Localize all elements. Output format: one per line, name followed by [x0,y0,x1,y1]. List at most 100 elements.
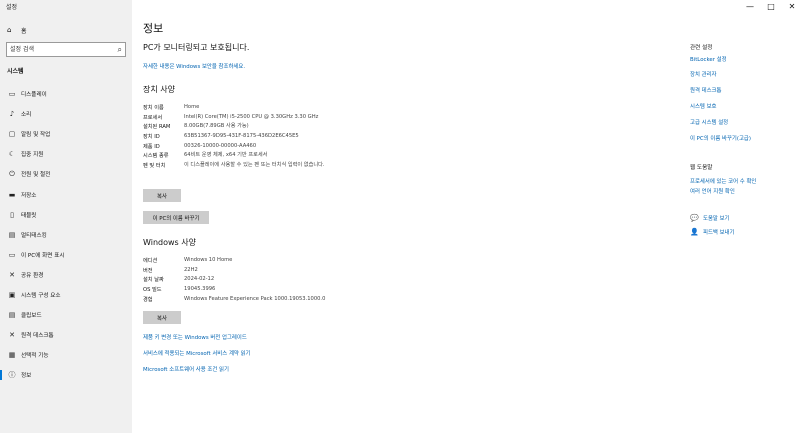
sidebar-item-label: 클립보드 [21,313,42,320]
sidebar-item-label: 태블릿 [21,212,37,219]
display-icon: ▭ [8,90,16,99]
sidebar-item-label: 정보 [21,373,32,380]
tablet-icon: ▯ [10,210,14,219]
sidebar-item-label: 소리 [21,112,32,119]
spec-key: 설치된 RAM [143,124,171,131]
windows-security-link[interactable]: 자세한 내용은 Windows 보안을 참조하세요. [143,62,245,70]
spec-key: 프로세서 [143,114,163,121]
feedback-label: 피드백 보내기 [703,230,735,236]
spec-key: 버전 [143,267,153,274]
components-icon: ▣ [8,290,16,299]
spec-key: 설치 날짜 [143,277,164,284]
project-icon: ▭ [8,250,16,259]
spec-value: Intel(R) Core(TM) i5-2500 CPU @ 3.30GHz … [184,113,319,120]
spec-value: 19045.3996 [184,286,216,293]
get-help-label: 도움말 보기 [703,216,730,222]
license-terms-link[interactable]: Microsoft 소프트웨어 사용 조건 읽기 [143,365,229,373]
sidebar-item-label: 전원 및 절전 [21,172,51,179]
services-agreement-link[interactable]: 서비스에 적용되는 Microsoft 서비스 계약 읽기 [143,349,251,357]
sidebar-item-tablet[interactable]: ▯ 태블릿 [0,205,132,225]
sidebar-item-remote-desktop[interactable]: ✕ 원격 데스크톱 [0,325,132,345]
sidebar-item-label: 저장소 [21,192,37,199]
sidebar-item-power[interactable]: ⏻ 전원 및 절전 [0,164,132,184]
device-specs-heading: 장치 사양 [143,85,175,94]
spec-value: 22H2 [184,266,198,273]
speaker-icon: ♪ [9,110,15,119]
sidebar-item-focus-assist[interactable]: ☾ 집중 지원 [0,144,132,164]
spec-value: 00326-10000-00000-AA460 [184,142,257,149]
get-help-link[interactable]: 💬 도움말 보기 [690,214,730,222]
copy-windows-specs-button[interactable]: 복사 [143,311,181,324]
spec-key: 시스템 종류 [143,153,169,160]
settings-window: ⌂ 홈 ⌕ 시스템 ▭ 디스플레이 ♪ 소리 ▢ 알림 및 작업 ☾ 집중 지원 [0,0,800,433]
home-nav-item[interactable]: ⌂ 홈 [7,24,27,36]
spec-row: 시스템 종류 64비트 운영 체제, x64 기반 프로세서 [143,152,503,162]
spec-row: 경험 Windows Feature Experience Pack 1000.1… [143,296,503,306]
sidebar-item-display[interactable]: ▭ 디스플레이 [0,84,132,104]
sidebar-item-label: 알림 및 작업 [21,132,51,139]
related-settings-heading: 관련 설정 [690,45,713,51]
spec-key: 경험 [143,296,153,303]
power-icon: ⏻ [9,169,15,178]
spec-row: 프로세서 Intel(R) Core(TM) i5-2500 CPU @ 3.30… [143,114,503,124]
spec-row: 에디션 Windows 10 Home [143,257,503,267]
sidebar-item-label: 디스플레이 [21,92,47,99]
system-protection-link[interactable]: 시스템 보호 [690,102,717,110]
spec-row: 설치된 RAM 8.00GB(7.89GB 사용 가능) [143,123,503,133]
spec-key: OS 빌드 [143,287,162,294]
sidebar-item-clipboard[interactable]: ▤ 클립보드 [0,305,132,325]
protection-status: PC가 모니터링되고 보호됩니다. [143,43,250,52]
sidebar-item-system-components[interactable]: ▣ 시스템 구성 요소 [0,285,132,305]
rename-pc-button[interactable]: 이 PC의 이름 바꾸기 [143,211,209,224]
spec-value: Windows Feature Experience Pack 1000.190… [184,295,326,302]
sidebar-item-label: 멀티태스킹 [21,232,47,239]
storage-icon: ▬ [8,190,16,199]
spec-row: 버전 22H2 [143,267,503,277]
spec-row: 장치 ID 63B51367-9D95-431F-8175-436D2E6C45E… [143,133,503,143]
remote-desktop-link[interactable]: 원격 데스크톱 [690,86,721,94]
windows-specs-heading: Windows 사양 [143,238,196,247]
search-box[interactable]: ⌕ [6,42,126,57]
language-support-help-link[interactable]: 여러 언어 지원 확인 [690,187,735,195]
spec-value: Windows 10 Home [184,257,233,263]
search-icon[interactable]: ⌕ [118,44,122,55]
spec-row: OS 빌드 19045.3996 [143,286,503,296]
sidebar-item-shared-experiences[interactable]: ✕ 공유 환경 [0,265,132,285]
notification-icon: ▢ [8,130,16,139]
spec-key: 펜 및 터치 [143,163,166,170]
close-button[interactable]: ✕ [779,1,800,13]
sidebar-item-storage[interactable]: ▬ 저장소 [0,184,132,204]
multitasking-icon: ▤ [8,230,16,239]
spec-value: 64비트 운영 체제, x64 기반 프로세서 [184,152,268,159]
spec-key: 제품 ID [143,143,160,150]
spec-row: 제품 ID 00326-10000-00000-AA460 [143,143,503,153]
rename-pc-advanced-link[interactable]: 이 PC의 이름 바꾸기(고급) [690,134,751,142]
bitlocker-settings-link[interactable]: BitLocker 설정 [690,55,727,63]
sidebar-item-projecting[interactable]: ▭ 이 PC에 화면 표시 [0,245,132,265]
search-input[interactable] [10,44,110,55]
device-manager-link[interactable]: 장치 관리자 [690,70,717,78]
chat-help-icon: 💬 [690,214,699,222]
sidebar-item-label: 공유 환경 [21,272,44,279]
sidebar-item-multitasking[interactable]: ▤ 멀티태스킹 [0,225,132,245]
sidebar-item-label: 시스템 구성 요소 [21,292,61,299]
sidebar-nav: ▭ 디스플레이 ♪ 소리 ▢ 알림 및 작업 ☾ 집중 지원 ⏻ 전원 및 절전… [0,84,132,385]
feedback-link[interactable]: 👤 피드백 보내기 [690,228,734,236]
copy-device-specs-button[interactable]: 복사 [143,189,181,202]
sidebar-item-label: 선택적 기능 [21,353,49,360]
feedback-icon: 👤 [690,228,699,236]
sidebar-section-title: 시스템 [7,68,24,75]
sidebar-item-sound[interactable]: ♪ 소리 [0,104,132,124]
spec-key: 에디션 [143,258,158,264]
moon-icon: ☾ [8,150,16,159]
sidebar-item-notifications[interactable]: ▢ 알림 및 작업 [0,124,132,144]
optional-features-icon: ▦ [8,351,16,360]
windows-specs-table: 에디션 Windows 10 Home 버전 22H2 설치 날짜 2024-02-1… [143,257,503,305]
advanced-system-settings-link[interactable]: 고급 시스템 설정 [690,118,728,126]
sidebar-item-optional-features[interactable]: ▦ 선택적 기능 [0,345,132,365]
sidebar-item-about[interactable]: ⓘ 정보 [0,365,132,385]
processor-cores-help-link[interactable]: 프로세서에 있는 코어 수 확인 [690,177,756,185]
home-label: 홈 [21,27,27,35]
remote-desktop-icon: ✕ [9,331,15,340]
upgrade-windows-link[interactable]: 제품 키 변경 또는 Windows 버전 업그레이드 [143,333,247,341]
